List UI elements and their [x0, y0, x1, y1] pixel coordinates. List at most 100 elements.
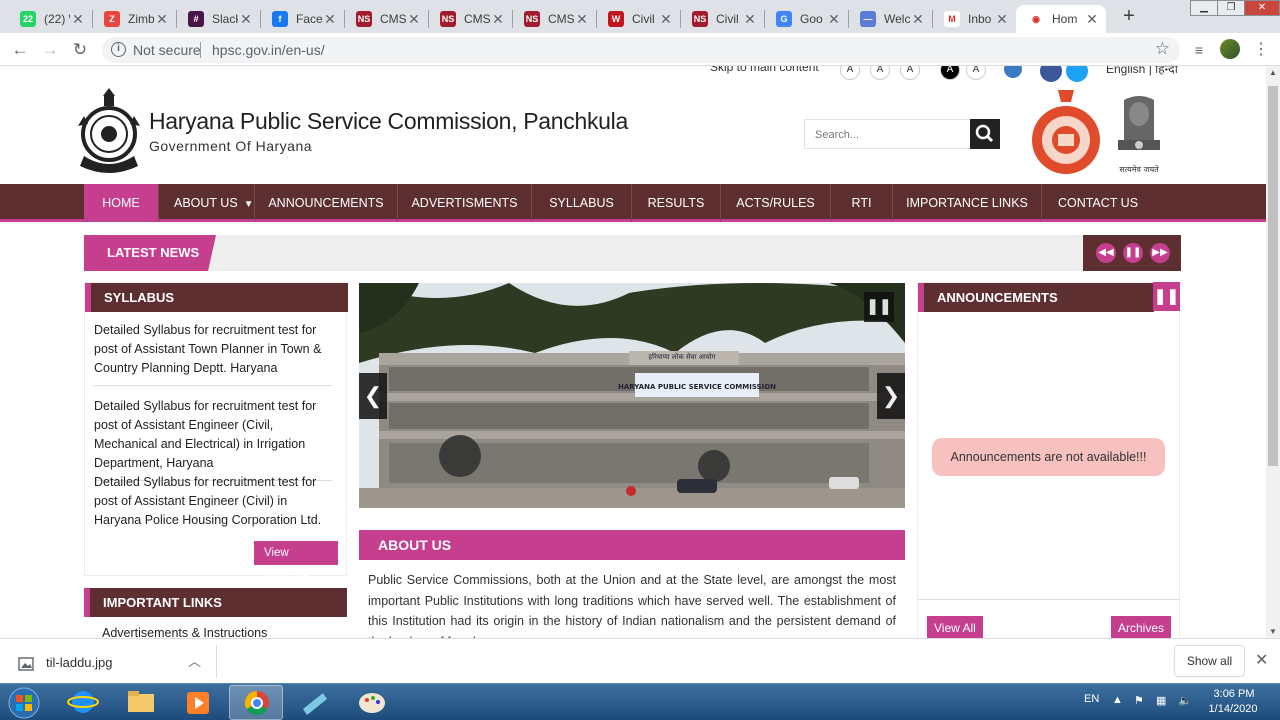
normal-contrast-button[interactable]: A: [966, 66, 986, 80]
info-icon[interactable]: i: [111, 42, 126, 57]
url-text[interactable]: hpsc.gov.in/en-us/: [212, 42, 325, 58]
high-contrast-button[interactable]: A: [940, 66, 960, 80]
close-window-button[interactable]: ✕: [1244, 0, 1280, 16]
browser-tab[interactable]: W Civil ✕: [596, 5, 680, 33]
browser-tab[interactable]: — Welc ✕: [848, 5, 932, 33]
tab-close-icon[interactable]: ✕: [994, 11, 1010, 28]
clock-date[interactable]: 1/14/2020: [1204, 703, 1262, 715]
font-increase-button[interactable]: A: [900, 66, 920, 80]
archives-button[interactable]: Archives: [1111, 616, 1172, 638]
hpsc-logo[interactable]: [76, 86, 142, 180]
browser-tab[interactable]: Z Zimb ✕: [92, 5, 176, 33]
show-all-button[interactable]: Show all: [1174, 645, 1245, 677]
clock-time[interactable]: 3:06 PM: [1210, 688, 1258, 700]
view-more-button[interactable]: View More ▶▶: [254, 541, 338, 583]
news-prev-button[interactable]: ◀◀: [1096, 243, 1116, 263]
news-pause-button[interactable]: ❚❚: [1123, 243, 1143, 263]
nav-about-us[interactable]: ABOUT US ▼: [159, 184, 255, 222]
taskbar-ie-app[interactable]: [56, 685, 110, 720]
tab-close-icon[interactable]: ✕: [238, 11, 254, 28]
taskbar-media-app[interactable]: [171, 685, 225, 720]
syllabus-item[interactable]: Detailed Syllabus for recruitment test f…: [94, 473, 332, 537]
browser-tab[interactable]: ◉ Hom ✕: [1016, 5, 1106, 33]
browser-tab[interactable]: NS CMS ✕: [512, 5, 596, 33]
browser-tab[interactable]: G Goo ✕: [764, 5, 848, 33]
volume-icon[interactable]: 🔈: [1178, 694, 1192, 707]
nav-syllabus[interactable]: SYLLABUS: [532, 184, 632, 222]
syllabus-item[interactable]: Detailed Syllabus for recruitment test f…: [94, 321, 332, 386]
nav-home[interactable]: HOME: [84, 184, 159, 222]
nav-importance-links[interactable]: IMPORTANCE LINKS: [893, 184, 1042, 222]
browser-tab[interactable]: NS CMS ✕: [428, 5, 512, 33]
start-button[interactable]: [4, 686, 44, 720]
taskbar-paint-app[interactable]: [345, 685, 399, 720]
nav-advertisments[interactable]: ADVERTISMENTS: [398, 184, 532, 222]
menu-icon[interactable]: ⋮: [1250, 39, 1272, 61]
taskbar-chrome-app[interactable]: [229, 685, 283, 720]
nav-announcements[interactable]: ANNOUNCEMENTS: [255, 184, 398, 222]
tab-close-icon[interactable]: ✕: [742, 11, 758, 28]
chevron-up-icon[interactable]: ︿: [188, 651, 201, 670]
nav-acts-rules[interactable]: ACTS/RULES: [721, 184, 831, 222]
tab-close-icon[interactable]: ✕: [658, 11, 674, 28]
slider-pause-button[interactable]: ❚❚: [864, 292, 894, 322]
page-scrollbar[interactable]: ▲ ▼: [1266, 66, 1280, 638]
nav-contact-us[interactable]: CONTACT US: [1042, 184, 1154, 222]
language-switch[interactable]: English | हिन्दी: [1106, 66, 1178, 77]
tab-close-icon[interactable]: ✕: [70, 11, 86, 28]
browser-tab[interactable]: # Slack✕: [176, 5, 260, 33]
tray-expand-icon[interactable]: ▲: [1112, 694, 1123, 706]
close-icon[interactable]: ✕: [1255, 650, 1268, 670]
scroll-down-icon[interactable]: ▼: [1269, 627, 1277, 636]
restore-button[interactable]: ❐: [1217, 0, 1245, 16]
tab-close-icon[interactable]: ✕: [574, 11, 590, 28]
profile-avatar[interactable]: [1220, 39, 1240, 59]
nav-rti[interactable]: RTI: [831, 184, 893, 222]
font-normal-button[interactable]: A: [870, 66, 890, 80]
important-link-item[interactable]: Advertisements & Instructions: [102, 626, 267, 638]
skip-to-content-link[interactable]: Skip to main content: [710, 66, 819, 74]
view-all-button[interactable]: View All: [927, 616, 983, 638]
scroll-up-icon[interactable]: ▲: [1269, 68, 1277, 77]
reading-list-icon[interactable]: ≡: [1188, 39, 1210, 61]
tab-close-icon[interactable]: ✕: [322, 11, 338, 28]
slider-next-button[interactable]: ❯: [877, 373, 905, 419]
taskbar-app-5[interactable]: [287, 685, 341, 720]
syllabus-item[interactable]: Detailed Syllabus for recruitment test f…: [94, 397, 332, 481]
tab-close-icon[interactable]: ✕: [406, 11, 422, 28]
keyboard-language[interactable]: EN: [1084, 693, 1099, 705]
back-button[interactable]: ←: [9, 39, 31, 61]
tab-close-icon[interactable]: ✕: [910, 11, 926, 28]
download-file-name[interactable]: til-laddu.jpg: [46, 655, 113, 670]
announcements-pause-button[interactable]: ❚❚: [1153, 282, 1180, 311]
flag-icon[interactable]: ⚑: [1134, 694, 1144, 707]
font-decrease-button[interactable]: A: [840, 66, 860, 80]
forward-button[interactable]: →: [39, 39, 61, 61]
tab-close-icon[interactable]: ✕: [826, 11, 842, 28]
browser-tab[interactable]: NS CMS ✕: [344, 5, 428, 33]
news-next-button[interactable]: ▶▶: [1150, 243, 1170, 263]
tab-close-icon[interactable]: ✕: [490, 11, 506, 28]
bookmark-star-icon[interactable]: ☆: [1155, 39, 1170, 59]
address-bar[interactable]: i Not secure hpsc.gov.in/en-us/ ☆: [102, 37, 1180, 63]
search-input[interactable]: Search...: [804, 119, 970, 149]
tab-close-icon[interactable]: ✕: [154, 11, 170, 28]
minimize-button[interactable]: ▁: [1190, 0, 1218, 16]
slider-prev-button[interactable]: ❮: [359, 373, 387, 419]
reload-button[interactable]: ↻: [69, 39, 91, 61]
taskbar-explorer-app[interactable]: [114, 685, 168, 720]
nav-results[interactable]: RESULTS: [632, 184, 721, 222]
news-controls: ◀◀ ❚❚ ▶▶: [1083, 235, 1181, 271]
browser-tab[interactable]: M Inbo ✕: [932, 5, 1016, 33]
new-tab-button[interactable]: +: [1118, 6, 1140, 28]
browser-tab[interactable]: NS Civil ✕: [680, 5, 764, 33]
facebook-icon[interactable]: [1040, 66, 1062, 82]
browser-tab[interactable]: 22 (22) \ ✕: [8, 5, 92, 33]
twitter-icon[interactable]: [1066, 66, 1088, 82]
scroll-thumb[interactable]: [1268, 86, 1278, 466]
sitemap-icon[interactable]: [1004, 66, 1022, 78]
network-icon[interactable]: ▦: [1156, 694, 1166, 707]
search-button[interactable]: [970, 119, 1000, 149]
tab-close-icon[interactable]: ✕: [1084, 11, 1100, 28]
browser-tab[interactable]: f Facel✕: [260, 5, 344, 33]
